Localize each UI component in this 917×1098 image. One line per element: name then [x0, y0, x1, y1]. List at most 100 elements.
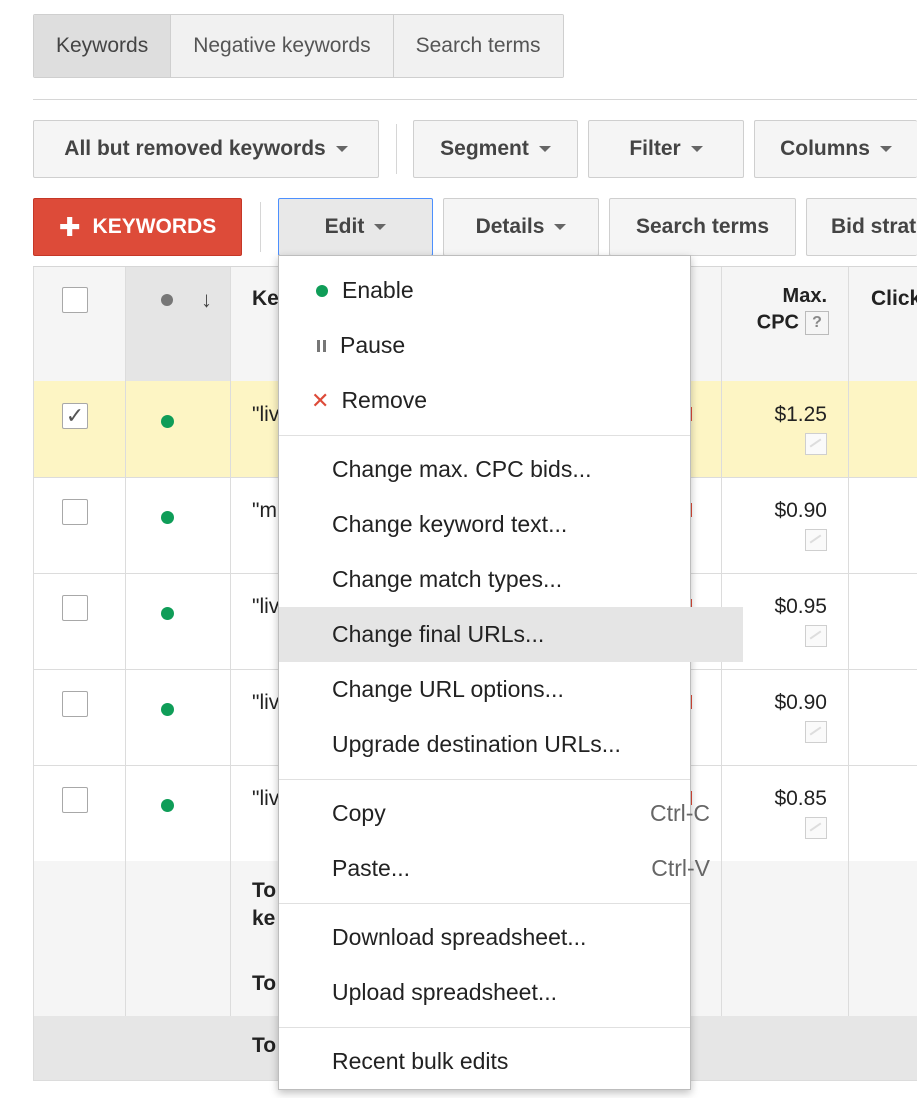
keyword-text[interactable]: "liv: [252, 787, 279, 811]
add-keywords-button[interactable]: ✚ KEYWORDS: [33, 198, 242, 256]
chevron-down-icon: [879, 146, 892, 152]
edit-button[interactable]: Edit: [278, 198, 433, 256]
status-enabled-icon: [161, 415, 174, 428]
plus-icon: ✚: [58, 212, 81, 242]
menu-item-recent-bulk-edits[interactable]: Recent bulk edits: [279, 1034, 743, 1089]
chevron-down-icon: [538, 146, 551, 152]
segment-button[interactable]: Segment: [413, 120, 578, 178]
bid-chart-icon[interactable]: [805, 817, 827, 839]
status-enabled-icon: [161, 511, 174, 524]
column-line: [230, 267, 231, 1016]
filter-button[interactable]: Filter: [588, 120, 744, 178]
max-cpc-header-line2: CPC?: [733, 311, 829, 335]
keyword-header[interactable]: Ke: [252, 287, 279, 311]
filter-label: Filter: [629, 137, 681, 160]
tab-search-terms[interactable]: Search terms: [393, 15, 563, 77]
column-line: [848, 267, 849, 1016]
bid-chart-icon[interactable]: [805, 433, 827, 455]
max-cpc-value[interactable]: $0.90: [733, 691, 827, 715]
keyword-text[interactable]: "liv: [252, 403, 279, 427]
status-dot-icon: [161, 294, 173, 306]
divider: [33, 99, 917, 100]
menu-item-change-final-urls[interactable]: Change final URLs...: [279, 607, 743, 662]
columns-button[interactable]: Columns: [754, 120, 917, 178]
menu-item-change-url-options[interactable]: Change URL options...: [279, 662, 743, 717]
keyword-text[interactable]: "m: [252, 499, 277, 523]
search-terms-label: Search terms: [635, 215, 770, 238]
details-button[interactable]: Details: [443, 198, 599, 256]
details-label: Details: [475, 215, 545, 238]
row-checkbox[interactable]: [62, 691, 88, 717]
max-cpc-header-line1[interactable]: Max.: [733, 285, 827, 308]
edit-dropdown-menu: Enable Pause ✕ Remove Change max. CPC bid…: [278, 255, 743, 1090]
chevron-down-icon: [374, 224, 387, 230]
menu-item-change-max-cpc[interactable]: Change max. CPC bids...: [279, 442, 743, 497]
menu-item-remove-label: Remove: [341, 387, 428, 413]
max-cpc-value[interactable]: $0.95: [733, 595, 827, 619]
menu-item-upgrade-destination-urls[interactable]: Upgrade destination URLs...: [279, 717, 743, 772]
row-checkbox[interactable]: [62, 499, 88, 525]
menu-item-enable-label: Enable: [342, 277, 414, 303]
status-enabled-icon: [161, 607, 174, 620]
select-all-checkbox[interactable]: [62, 287, 88, 313]
totals-label: To: [252, 972, 277, 995]
max-cpc-header-label: CPC: [756, 311, 799, 334]
status-sort-header[interactable]: [126, 267, 230, 381]
pause-icon: [317, 339, 326, 352]
clicks-header[interactable]: Click: [871, 287, 917, 311]
help-icon[interactable]: ?: [805, 311, 829, 335]
edit-label: Edit: [324, 215, 365, 238]
search-terms-button[interactable]: Search terms: [609, 198, 796, 256]
bid-chart-icon[interactable]: [805, 625, 827, 647]
chevron-down-icon: [554, 224, 567, 230]
bid-chart-icon[interactable]: [805, 721, 827, 743]
remove-x-icon: ✕: [311, 387, 330, 413]
menu-item-paste[interactable]: Paste... Ctrl-V: [279, 841, 743, 896]
menu-item-remove[interactable]: ✕ Remove: [279, 373, 722, 428]
menu-item-change-keyword-text[interactable]: Change keyword text...: [279, 497, 743, 552]
filter-view-label: All but removed keywords: [64, 137, 326, 160]
max-cpc-value[interactable]: $1.25: [733, 403, 827, 427]
add-keywords-label: KEYWORDS: [92, 215, 217, 238]
column-line: [125, 267, 126, 1016]
copy-shortcut: Ctrl-C: [649, 800, 710, 826]
arrow-down-icon: ↓: [201, 287, 212, 312]
bid-strategy-button[interactable]: Bid strat: [806, 198, 917, 256]
row-checkbox[interactable]: [62, 787, 88, 813]
chevron-down-icon: [335, 146, 348, 152]
menu-item-copy[interactable]: Copy Ctrl-C: [279, 786, 743, 841]
row-checkbox-checked[interactable]: ✓: [62, 403, 88, 429]
tab-keywords[interactable]: Keywords: [34, 15, 172, 77]
columns-label: Columns: [780, 137, 870, 160]
toolbar-separator: [260, 202, 261, 252]
row-checkbox[interactable]: [62, 595, 88, 621]
totals-label: To: [252, 879, 277, 902]
menu-item-enable[interactable]: Enable: [279, 263, 727, 318]
keyword-text[interactable]: "liv: [252, 691, 279, 715]
menu-separator: [279, 1027, 690, 1028]
menu-separator: [279, 435, 690, 436]
segment-label: Segment: [440, 137, 529, 160]
menu-item-pause-label: Pause: [340, 332, 406, 358]
bid-strategy-label: Bid strat: [831, 215, 917, 238]
chevron-down-icon: [690, 146, 703, 152]
status-enabled-icon: [161, 799, 174, 812]
keyword-text[interactable]: "liv: [252, 595, 279, 619]
menu-item-change-match-types[interactable]: Change match types...: [279, 552, 743, 607]
toolbar-separator: [396, 124, 397, 174]
filter-view-dropdown[interactable]: All but removed keywords: [33, 120, 379, 178]
bid-chart-icon[interactable]: [805, 529, 827, 551]
status-enabled-icon: [161, 703, 174, 716]
tab-negative-keywords[interactable]: Negative keywords: [171, 15, 394, 77]
menu-item-pause[interactable]: Pause: [279, 318, 728, 373]
totals-label-line2: ke: [252, 907, 276, 930]
menu-item-paste-label: Paste...: [332, 855, 410, 881]
status-enabled-icon: [316, 284, 328, 297]
menu-item-download-spreadsheet[interactable]: Download spreadsheet...: [279, 910, 743, 965]
menu-item-upload-spreadsheet[interactable]: Upload spreadsheet...: [279, 965, 743, 1020]
max-cpc-value[interactable]: $0.85: [733, 787, 827, 811]
menu-item-copy-label: Copy: [332, 800, 386, 826]
view-tabs: Keywords Negative keywords Search terms: [33, 14, 564, 78]
max-cpc-value[interactable]: $0.90: [733, 499, 827, 523]
menu-separator: [279, 779, 690, 780]
